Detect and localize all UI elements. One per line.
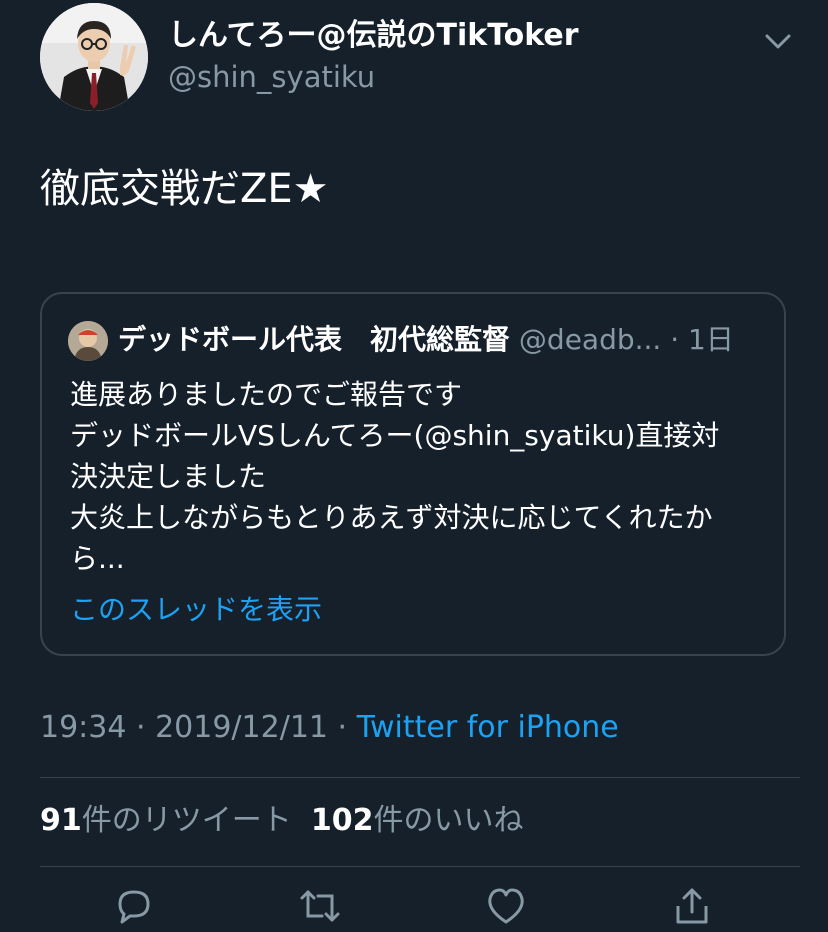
quoted-separator: · xyxy=(670,323,680,356)
divider xyxy=(40,777,800,778)
quoted-tweet-time: 1日 xyxy=(688,323,734,356)
heart-icon[interactable] xyxy=(484,884,528,928)
quoted-tweet-line: デッドボールVSしんてろー(@shin_syatiku)直接対 xyxy=(70,419,720,452)
retweets-label: 件のリツイート xyxy=(81,803,292,838)
meta-separator: · xyxy=(328,710,357,745)
divider xyxy=(40,866,800,867)
author-handle[interactable]: @shin_syatiku xyxy=(168,58,375,96)
author-avatar[interactable] xyxy=(40,3,148,111)
tweet-source-link[interactable]: Twitter for iPhone xyxy=(357,710,619,745)
chevron-down-icon[interactable] xyxy=(762,28,794,54)
share-icon[interactable] xyxy=(670,884,714,928)
tweet-date: 2019/12/11 xyxy=(155,710,328,745)
tweet-meta: 19:34 · 2019/12/11 · Twitter for iPhone xyxy=(40,708,619,748)
retweets-count: 91 xyxy=(40,803,82,838)
reply-icon[interactable] xyxy=(112,884,156,928)
quoted-author-avatar xyxy=(68,321,108,361)
tweet-text: 徹底交戦だZE★ xyxy=(40,166,329,212)
quoted-tweet-body: 進展ありましたのでご報告です デッドボールVSしんてろー(@shin_syati… xyxy=(70,374,770,579)
quoted-tweet-line: 進展ありましたのでご報告です xyxy=(70,378,463,411)
quoted-author-name: デッドボール代表 初代総監督 xyxy=(118,323,511,356)
quoted-tweet-header: デッドボール代表 初代総監督 @deadb... · 1日 xyxy=(118,319,778,361)
likes-stat[interactable]: 102件のいいね xyxy=(311,803,524,838)
quoted-tweet-line: ら... xyxy=(70,542,125,575)
avatar-image xyxy=(40,3,148,111)
tweet-time: 19:34 xyxy=(40,710,127,745)
meta-separator: · xyxy=(126,710,156,745)
quoted-author-handle: @deadb... xyxy=(518,323,662,356)
retweet-icon[interactable] xyxy=(298,884,342,928)
likes-label: 件のいいね xyxy=(373,803,524,838)
likes-count: 102 xyxy=(310,803,374,838)
show-thread-link[interactable]: このスレッドを表示 xyxy=(70,590,322,630)
quoted-tweet-line: 決決定しました xyxy=(70,460,267,493)
tweet-stats: 91件のリツイート 102件のいいね xyxy=(40,800,523,842)
author-display-name[interactable]: しんてろー@伝説のTikToker xyxy=(168,16,579,56)
quoted-tweet-line: 大炎上しながらもとりあえず対決に応じてくれたか xyxy=(70,501,713,534)
retweets-stat[interactable]: 91件のリツイート xyxy=(40,803,292,838)
quoted-tweet-card[interactable]: デッドボール代表 初代総監督 @deadb... · 1日 進展ありましたのでご… xyxy=(40,292,786,656)
